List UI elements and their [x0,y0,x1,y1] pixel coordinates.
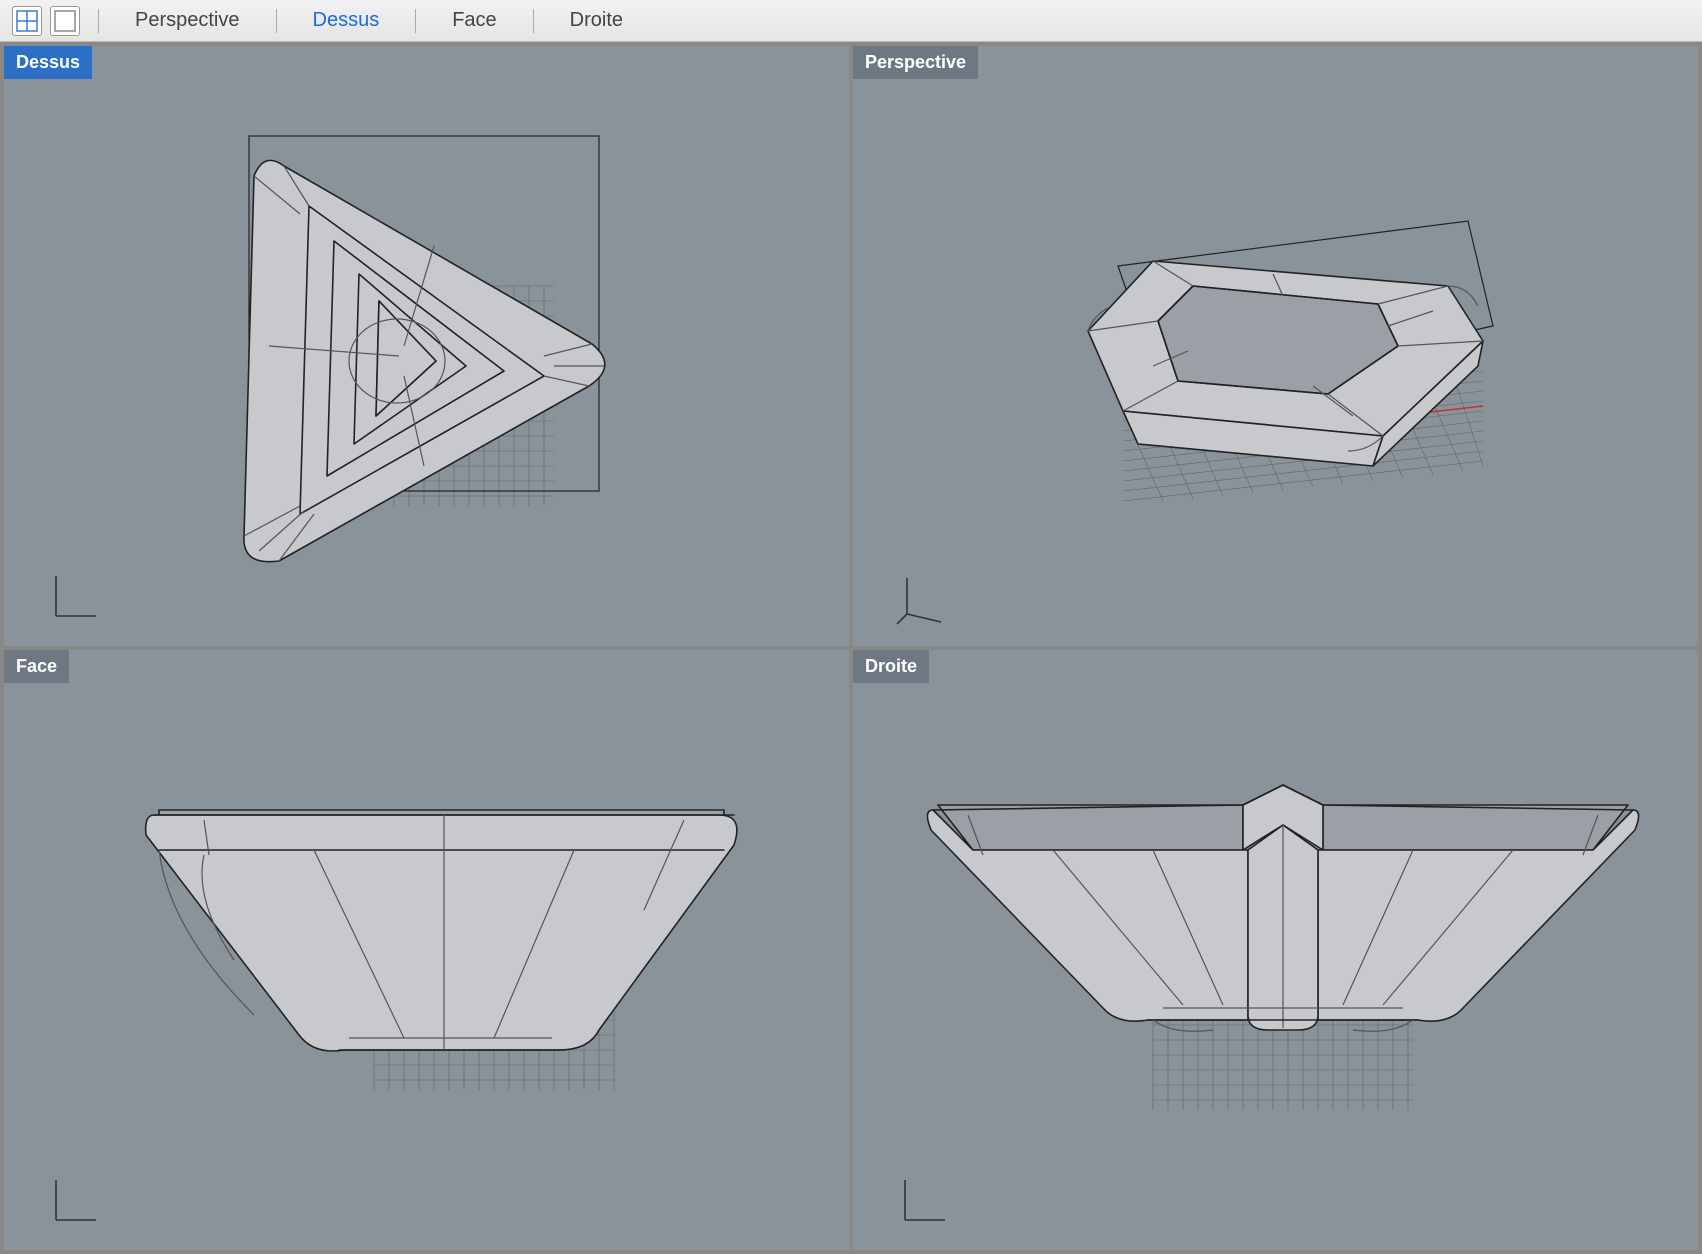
axis-indicator-icon [44,568,104,628]
viewport-canvas[interactable] [4,650,849,1250]
axis-indicator-icon [44,1172,104,1232]
tab-front[interactable]: Face [430,9,518,32]
divider [533,9,534,33]
mesh-object [1088,261,1483,466]
viewport-top[interactable]: Dessus [4,46,849,646]
divider [415,9,416,33]
viewport-front[interactable]: Face [4,650,849,1250]
mesh-object [927,785,1638,1031]
mesh-object [146,810,737,1051]
tab-top[interactable]: Dessus [291,9,402,32]
layout-single-button[interactable] [50,6,80,36]
grid-4-icon [16,10,38,32]
viewport-canvas[interactable] [853,650,1698,1250]
viewport-right[interactable]: Droite [853,650,1698,1250]
viewport-perspective[interactable]: Perspective [853,46,1698,646]
axis-indicator-icon [893,1172,953,1232]
tab-perspective[interactable]: Perspective [113,9,262,32]
layout-4view-button[interactable] [12,6,42,36]
toolbar: Perspective Dessus Face Droite [0,0,1702,42]
viewport-label-right: Droite [853,650,929,683]
axis-indicator-icon [893,568,953,628]
mesh-object [244,160,605,561]
square-icon [54,10,76,32]
tab-right[interactable]: Droite [548,9,645,32]
viewports-container: Dessus [0,42,1702,1254]
viewport-label-front: Face [4,650,69,683]
viewport-label-top: Dessus [4,46,92,79]
viewport-canvas[interactable] [4,46,849,646]
divider [276,9,277,33]
viewport-label-perspective: Perspective [853,46,978,79]
viewport-canvas[interactable] [853,46,1698,646]
divider [98,9,99,33]
